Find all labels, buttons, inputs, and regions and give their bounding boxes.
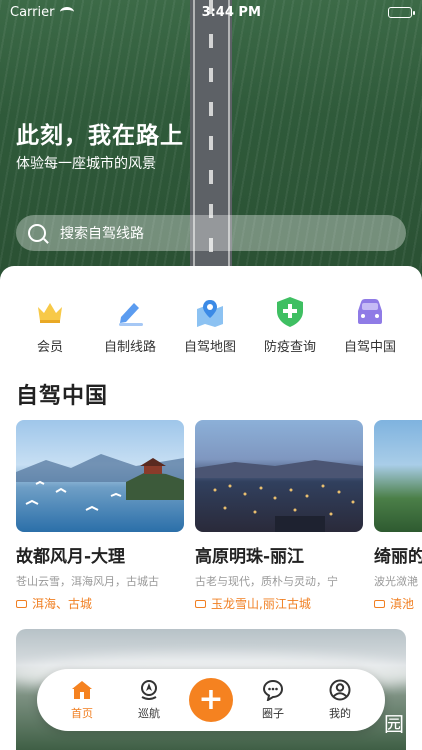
chat-bubble-icon <box>262 679 284 701</box>
route-card[interactable]: 故都风月-大理 苍山云雪，洱海风月，古城古 洱海、古城 <box>16 420 184 610</box>
navigation-icon <box>138 679 160 701</box>
wifi-icon <box>60 7 75 17</box>
car-icon <box>353 296 387 328</box>
route-card-tag: 洱海、古城 <box>16 595 184 610</box>
tab-cruise[interactable]: 巡航 <box>122 679 176 721</box>
tab-label: 巡航 <box>138 707 160 720</box>
banner-overlay-text: 园 <box>384 712 404 736</box>
route-card-tag: 滇池 <box>374 595 422 610</box>
tag-icon <box>16 599 27 608</box>
user-icon <box>329 679 351 701</box>
status-bar: Carrier 3:44 PM <box>0 0 422 24</box>
route-card-image <box>195 420 363 532</box>
hero-subtitle: 体验每一座城市的风景 <box>16 156 156 172</box>
route-card-description: 古老与现代，质朴与灵动，宁 <box>195 575 338 588</box>
tab-circle[interactable]: 圈子 <box>246 679 300 721</box>
tag-icon <box>195 599 206 608</box>
tab-home[interactable]: 首页 <box>55 679 109 721</box>
quick-item-china-drive[interactable]: 自驾中国 <box>330 296 410 355</box>
search-input[interactable]: 搜索自驾线路 <box>16 215 406 251</box>
quick-item-label: 自驾中国 <box>343 340 396 355</box>
tab-label: 首页 <box>71 707 93 720</box>
route-card-tag-text: 洱海、古城 <box>32 597 93 610</box>
shield-cross-icon <box>273 296 307 328</box>
route-card-title: 故都风月-大理 <box>16 547 126 567</box>
quick-menu: 会员 自制线路 自驾地图 防疫查询 自驾中国 <box>0 296 422 355</box>
route-card[interactable]: 高原明珠-丽江 古老与现代，质朴与灵动，宁 玉龙雪山,丽江古城 <box>195 420 363 610</box>
quick-item-custom-route[interactable]: 自制线路 <box>90 296 170 355</box>
route-card-list: 故都风月-大理 苍山云雪，洱海风月，古城古 洱海、古城 高原明珠-丽江 古老与现… <box>16 420 422 610</box>
route-card-description: 波光潋滟 <box>374 575 418 588</box>
hero-title: 此刻，我在路上 <box>16 123 184 149</box>
battery-icon <box>387 6 415 18</box>
tag-icon <box>374 599 385 608</box>
quick-item-label: 会员 <box>36 340 63 355</box>
pencil-icon <box>113 296 147 328</box>
carrier-label: Carrier <box>10 4 55 20</box>
quick-item-map[interactable]: 自驾地图 <box>170 296 250 355</box>
quick-item-label: 自制线路 <box>103 340 156 355</box>
route-card[interactable]: 绮丽的 波光潋滟 滇池 <box>374 420 422 610</box>
crown-icon <box>33 296 67 328</box>
home-icon <box>71 679 93 701</box>
route-card-title: 高原明珠-丽江 <box>195 547 305 567</box>
search-placeholder: 搜索自驾线路 <box>60 226 144 242</box>
quick-item-epidemic[interactable]: 防疫查询 <box>250 296 330 355</box>
bottom-tab-bar: 首页 巡航 + 圈子 我的 <box>37 669 385 731</box>
search-icon <box>28 224 46 242</box>
tab-label: 圈子 <box>262 707 284 720</box>
tab-label: 我的 <box>329 707 351 720</box>
route-card-title: 绮丽的 <box>374 547 422 567</box>
route-card-description: 苍山云雪，洱海风月，古城古 <box>16 575 159 588</box>
route-card-image <box>374 420 422 532</box>
tab-mine[interactable]: 我的 <box>313 679 367 721</box>
route-card-image <box>16 420 184 532</box>
add-button[interactable]: + <box>189 678 233 722</box>
quick-item-member[interactable]: 会员 <box>10 296 90 355</box>
quick-item-label: 自驾地图 <box>183 340 236 355</box>
hero-banner: Carrier 3:44 PM 此刻，我在路上 体验每一座城市的风景 搜索自驾线… <box>0 0 422 290</box>
status-time: 3:44 PM <box>201 4 261 20</box>
route-card-tag-text: 滇池 <box>390 597 415 610</box>
section-title: 自驾中国 <box>16 384 109 409</box>
route-card-tag: 玉龙雪山,丽江古城 <box>195 595 363 610</box>
map-pin-icon <box>193 296 227 328</box>
route-card-tag-text: 玉龙雪山,丽江古城 <box>211 597 311 610</box>
quick-item-label: 防疫查询 <box>263 340 316 355</box>
